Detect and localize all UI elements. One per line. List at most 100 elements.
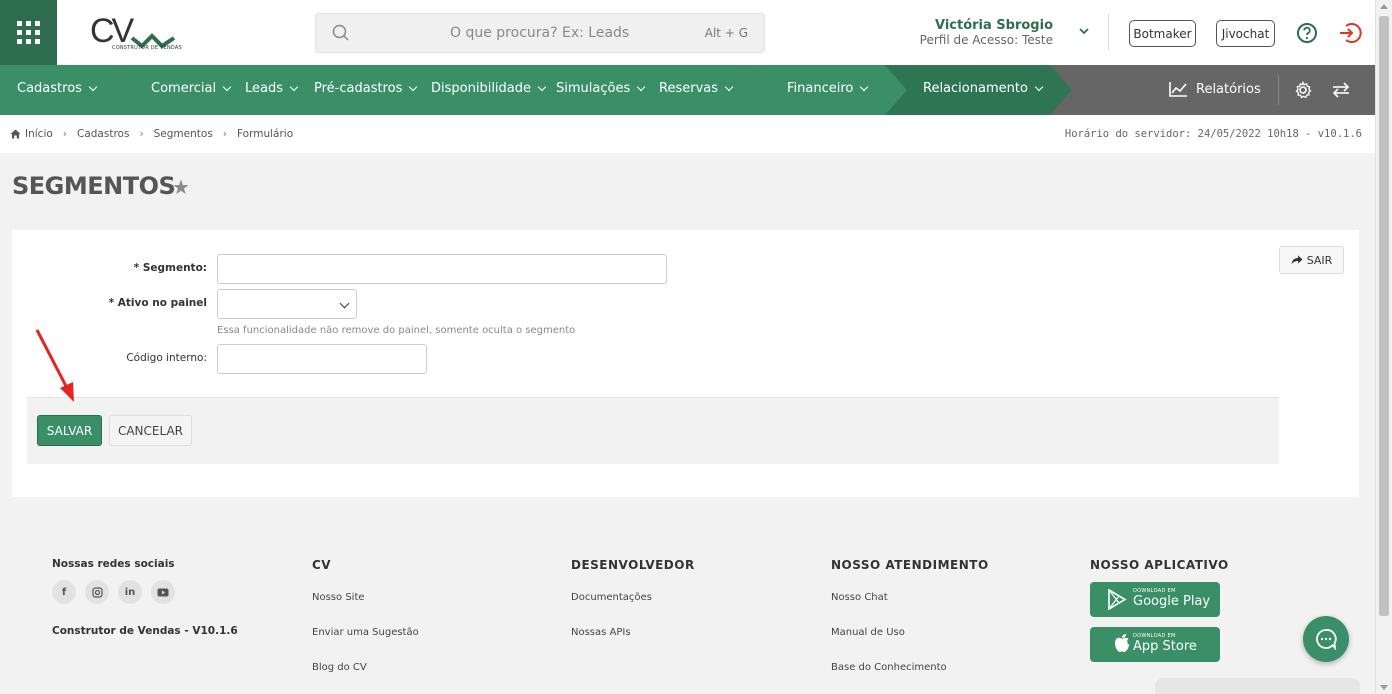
breadcrumb-segmentos[interactable]: Segmentos (154, 128, 213, 140)
divider (1108, 14, 1109, 50)
footer-link[interactable]: Nossas APIs (571, 627, 631, 638)
footer-link[interactable]: Base do Conhecimento (831, 662, 947, 673)
footer-link[interactable]: Enviar uma Sugestão (312, 627, 419, 638)
active-select[interactable] (217, 289, 357, 319)
user-profile: Perfil de Acesso: Teste (919, 33, 1053, 47)
nav-pre-cadastros[interactable]: Pré-cadastros (314, 81, 418, 96)
breadcrumb-separator-icon: › (222, 128, 227, 140)
scroll-down-icon[interactable] (1380, 685, 1388, 690)
cancel-button[interactable]: CANCELAR (109, 415, 192, 446)
footer-social: Nossas redes sociais (52, 558, 175, 570)
segment-input[interactable] (217, 254, 667, 284)
chevron-down-icon (860, 82, 869, 91)
nav-simulacoes[interactable]: Simulações (556, 81, 646, 96)
breadcrumb-cadastros[interactable]: Cadastros (77, 128, 129, 140)
nav-disponibilidade[interactable]: Disponibilidade (431, 81, 547, 96)
botmaker-button[interactable]: Botmaker (1129, 20, 1196, 47)
nav-relacionamento[interactable]: Relacionamento (923, 81, 1044, 96)
star-icon[interactable]: ★ (172, 175, 190, 199)
page-title: SEGMENTOS (12, 172, 176, 200)
linkedin-icon[interactable]: in (118, 580, 142, 604)
bottom-widget-tab[interactable] (1155, 678, 1360, 694)
breadcrumb-formulario: Formulário (237, 128, 294, 140)
google-play-icon (1108, 589, 1127, 610)
nav-cadastros[interactable]: Cadastros (17, 81, 98, 96)
breadcrumb-separator-icon: › (62, 128, 67, 140)
footer-link[interactable]: Blog do CV (312, 662, 367, 673)
youtube-icon[interactable] (151, 580, 175, 604)
nav-comercial[interactable]: Comercial (151, 81, 232, 96)
app-store-big: App Store (1133, 639, 1197, 654)
page-scrollbar[interactable] (1375, 0, 1392, 694)
chevron-down-icon (636, 82, 646, 91)
search-icon (332, 24, 349, 41)
logo-subtitle: CONSTRUTOR DE VENDAS (112, 45, 182, 51)
help-icon[interactable] (1296, 22, 1318, 44)
footer-social-title: Nossas redes sociais (52, 558, 175, 570)
apple-icon (1115, 634, 1129, 652)
footer-support-title: NOSSO ATENDIMENTO (831, 558, 989, 572)
google-play-button[interactable]: DOWNLOAD EM Google Play (1090, 582, 1220, 617)
red-arrow-annotation (35, 329, 74, 402)
footer-app: NOSSO APLICATIVO (1090, 558, 1229, 572)
main-nav: Cadastros Comercial Leads Pré-cadastros … (0, 65, 1375, 115)
chat-button[interactable] (1303, 616, 1349, 662)
active-hint: Essa funcionalidade não remove do painel… (217, 325, 576, 336)
footer-cv-title: CV (312, 558, 332, 572)
app-store-button[interactable]: DOWNLOAD EM App Store (1090, 627, 1220, 662)
google-play-big: Google Play (1133, 594, 1211, 609)
footer-dev: DESENVOLVEDOR (571, 558, 695, 572)
breadcrumb: Início › Cadastros › Segmentos › Formulá… (10, 128, 293, 140)
grid-icon (17, 21, 40, 44)
global-search[interactable]: O que procura? Ex: Leads Alt + G (315, 13, 765, 53)
facebook-icon[interactable]: f (52, 580, 76, 604)
code-input[interactable] (217, 344, 427, 374)
chevron-down-icon (724, 82, 734, 91)
search-placeholder: O que procura? Ex: Leads (450, 25, 630, 41)
instagram-icon[interactable] (85, 580, 109, 604)
form-actions: SALVAR CANCELAR (27, 397, 1279, 464)
footer-support: NOSSO ATENDIMENTO (831, 558, 989, 572)
footer-version: Construtor de Vendas - V10.1.6 (52, 625, 238, 637)
chevron-down-icon (88, 82, 98, 91)
breadcrumb-bar: Início › Cadastros › Segmentos › Formulá… (0, 115, 1375, 153)
footer-link[interactable]: Nosso Site (312, 592, 365, 603)
chevron-down-icon (289, 82, 299, 91)
logout-icon[interactable] (1338, 21, 1362, 45)
apps-menu-button[interactable] (0, 0, 57, 65)
form-card: * Segmento: * Ativo no painel Essa funci… (12, 230, 1359, 497)
nav-reservas[interactable]: Reservas (659, 81, 734, 96)
search-shortcut: Alt + G (704, 26, 748, 40)
share-arrow-icon (1291, 255, 1303, 265)
chevron-down-icon (537, 82, 547, 91)
scroll-thumb[interactable] (1379, 16, 1389, 616)
swap-icon[interactable] (1332, 82, 1350, 98)
scroll-up-icon[interactable] (1380, 4, 1388, 9)
active-label: * Ativo no painel (108, 297, 207, 309)
save-button[interactable]: SALVAR (37, 415, 102, 446)
breadcrumb-home[interactable]: Início (25, 128, 53, 140)
chat-bubble-icon (1316, 629, 1337, 650)
footer-dev-title: DESENVOLVEDOR (571, 558, 695, 572)
segment-label: * Segmento: (133, 262, 207, 274)
gear-icon[interactable] (1294, 81, 1312, 99)
chevron-down-icon[interactable] (1078, 26, 1090, 36)
footer-link[interactable]: Documentações (571, 592, 652, 603)
exit-button[interactable]: SAIR (1279, 246, 1344, 274)
jivochat-button[interactable]: Jivochat (1216, 20, 1275, 47)
nav-financeiro[interactable]: Financeiro (787, 81, 869, 96)
top-header: CV CONSTRUTOR DE VENDAS O que procura? E… (0, 0, 1375, 65)
breadcrumb-separator-icon: › (139, 128, 144, 140)
server-time: Horário do servidor: 24/05/2022 10h18 - … (1064, 128, 1362, 140)
footer-link[interactable]: Manual de Uso (831, 627, 905, 638)
footer-link[interactable]: Nosso Chat (831, 592, 888, 603)
user-name[interactable]: Victória Sbrogio (935, 18, 1053, 33)
nav-leads[interactable]: Leads (245, 81, 299, 96)
home-icon (10, 129, 21, 139)
footer-app-title: NOSSO APLICATIVO (1090, 558, 1229, 572)
code-label: Código interno: (126, 352, 207, 364)
footer-cv: CV (312, 558, 331, 572)
chevron-down-icon (222, 82, 232, 91)
chevron-down-icon (1034, 82, 1044, 91)
nav-relatorios[interactable]: Relatórios (1169, 81, 1261, 97)
